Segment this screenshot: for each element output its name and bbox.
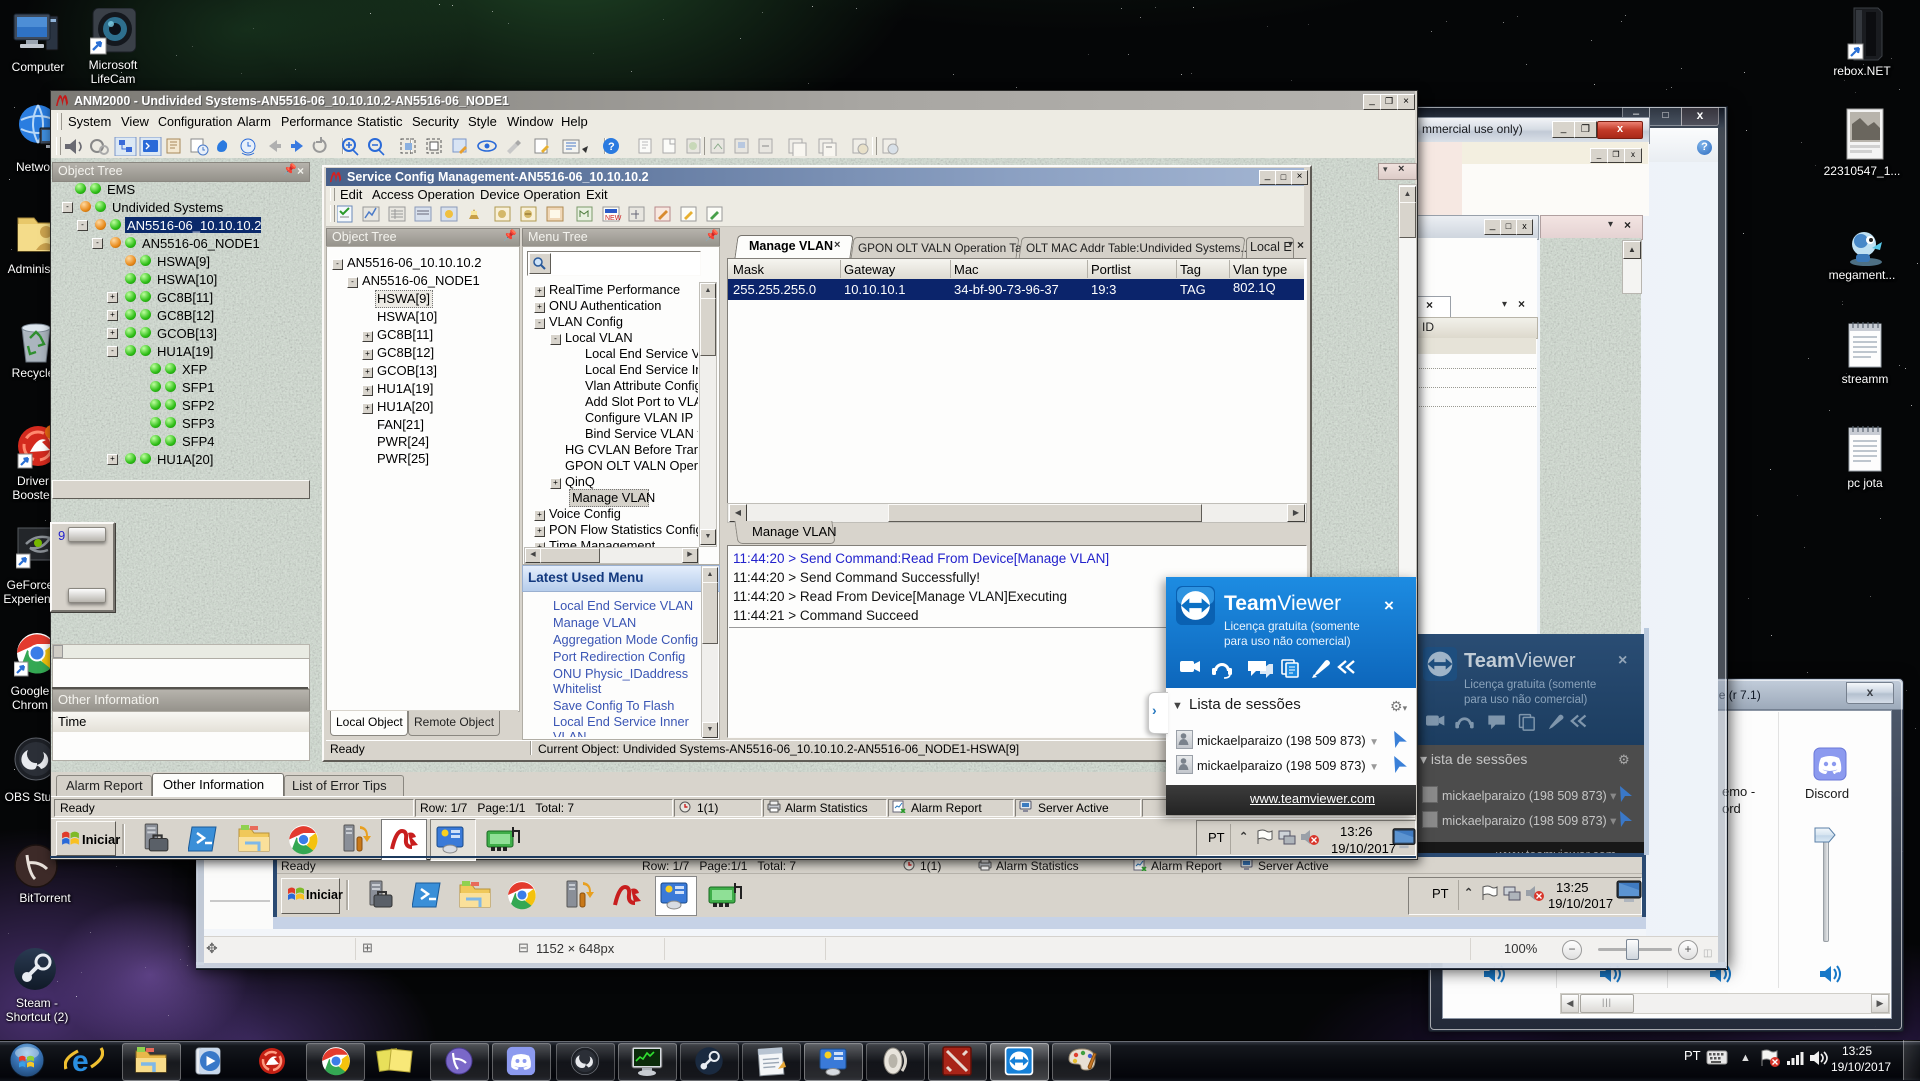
svg-text:NEW: NEW (605, 215, 622, 222)
svg-text:e: e (72, 1045, 89, 1078)
svg-text:?: ? (608, 141, 615, 153)
